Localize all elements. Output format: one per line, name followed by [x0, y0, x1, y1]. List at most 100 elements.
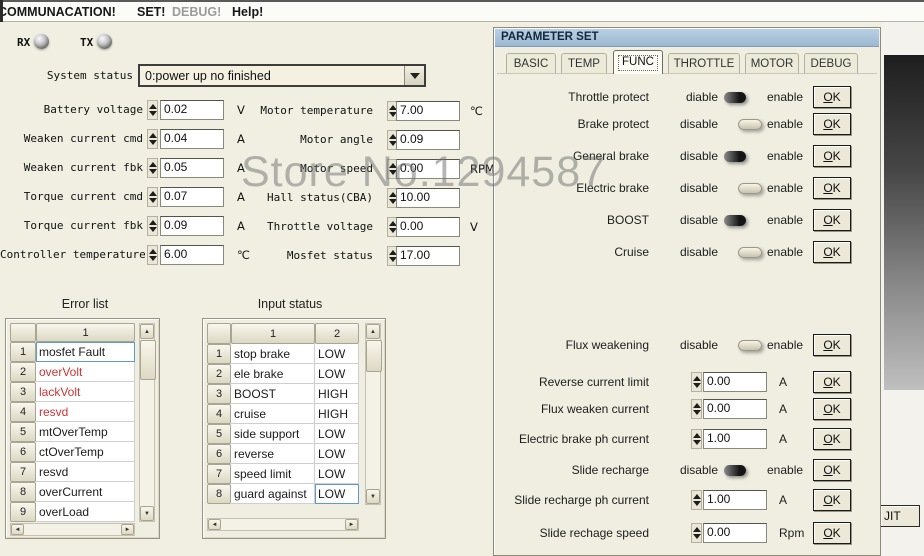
scroll-left-icon[interactable]: ◄ [11, 524, 24, 535]
toggle-switch[interactable] [722, 339, 762, 352]
input-state-cell[interactable]: LOW [315, 344, 359, 364]
error-cell[interactable]: resvd [36, 402, 135, 422]
spinner-control[interactable] [147, 129, 158, 149]
menu-communication[interactable]: COMMUNACATION! [0, 5, 116, 19]
value-field[interactable]: 0.09 [160, 216, 224, 236]
scroll-down-icon[interactable]: ▼ [366, 489, 380, 504]
input-state-cell[interactable]: LOW [315, 364, 359, 384]
spinner-control[interactable] [691, 429, 702, 449]
error-cell[interactable]: overCurrent [36, 482, 135, 502]
input-state-cell[interactable]: LOW [315, 424, 359, 444]
chevron-down-icon[interactable] [404, 66, 424, 85]
error-cell[interactable]: ctOverTemp [36, 442, 135, 462]
scrollbar-thumb[interactable] [140, 340, 156, 380]
value-field[interactable]: 0.00 [703, 399, 767, 419]
error-cell[interactable]: mosfet Fault [36, 342, 135, 362]
ok-button[interactable]: OK [813, 522, 851, 544]
toggle-switch[interactable] [722, 246, 762, 259]
spinner-control[interactable] [691, 372, 702, 392]
input-name-cell[interactable]: cruise [231, 404, 315, 424]
toggle-knob[interactable] [738, 119, 762, 130]
toggle-switch[interactable] [722, 91, 762, 104]
error-cell[interactable]: overLoad [36, 502, 135, 522]
toggle-switch[interactable] [722, 150, 762, 163]
value-field[interactable]: 0.04 [160, 129, 224, 149]
menu-set[interactable]: SET! [137, 5, 165, 19]
value-field[interactable]: 6.00 [160, 245, 224, 265]
ok-button[interactable]: OK [813, 145, 851, 167]
error-cell[interactable]: overVolt [36, 362, 135, 382]
vertical-scrollbar[interactable]: ▲ ▼ [139, 323, 156, 522]
value-field[interactable]: 1.00 [703, 429, 767, 449]
toggle-knob[interactable] [724, 151, 746, 162]
spinner-control[interactable] [691, 523, 702, 543]
toggle-knob[interactable] [738, 340, 762, 351]
ok-button[interactable]: OK [813, 86, 851, 108]
spinner-control[interactable] [147, 245, 158, 265]
spinner-control[interactable] [147, 158, 158, 178]
spinner-control[interactable] [147, 100, 158, 120]
scroll-right-icon[interactable]: ► [121, 524, 134, 535]
scroll-right-icon[interactable]: ► [345, 519, 358, 530]
tab-basic[interactable]: BASIC [506, 53, 556, 73]
horizontal-scrollbar[interactable]: ◄ ► [10, 523, 135, 536]
ok-button[interactable]: OK [813, 459, 851, 481]
value-field[interactable]: 0.07 [160, 187, 224, 207]
value-field[interactable]: 0.09 [396, 130, 460, 150]
spinner-control[interactable] [691, 399, 702, 419]
tab-debug[interactable]: DEBUG [804, 53, 858, 73]
value-field[interactable]: 0.05 [160, 158, 224, 178]
ok-button[interactable]: OK [813, 334, 851, 356]
ok-button[interactable]: OK [813, 177, 851, 199]
ok-button[interactable]: OK [813, 113, 851, 135]
input-state-cell[interactable]: LOW [315, 464, 359, 484]
input-state-cell[interactable]: LOW [315, 444, 359, 464]
ok-button[interactable]: OK [813, 209, 851, 231]
spinner-control[interactable] [147, 187, 158, 207]
toggle-switch[interactable] [722, 182, 762, 195]
value-field[interactable]: 17.00 [396, 246, 460, 266]
menu-debug[interactable]: DEBUG! [172, 5, 221, 19]
value-field[interactable]: 0.00 [396, 159, 460, 179]
input-name-cell[interactable]: guard against [231, 484, 315, 504]
spinner-control[interactable] [691, 490, 702, 510]
spinner-control[interactable] [147, 216, 158, 236]
tab-motor[interactable]: MOTOR [745, 53, 799, 73]
toggle-switch[interactable] [722, 118, 762, 131]
scroll-up-icon[interactable]: ▲ [366, 324, 380, 339]
quit-button[interactable]: JIT [880, 505, 920, 527]
input-state-cell[interactable]: HIGH [315, 384, 359, 404]
scroll-up-icon[interactable]: ▲ [140, 324, 154, 339]
scrollbar-thumb[interactable] [366, 340, 382, 372]
toggle-knob[interactable] [738, 247, 762, 258]
toggle-knob[interactable] [724, 465, 746, 476]
value-field[interactable]: 7.00 [396, 101, 460, 121]
input-state-cell[interactable]: HIGH [315, 404, 359, 424]
value-field[interactable]: 0.00 [703, 523, 767, 543]
input-state-cell[interactable]: LOW [315, 484, 359, 504]
toggle-switch[interactable] [722, 214, 762, 227]
ok-button[interactable]: OK [813, 428, 851, 450]
system-status-dropdown[interactable]: 0:power up no finished [138, 64, 426, 87]
ok-button[interactable]: OK [813, 398, 851, 420]
ok-button[interactable]: OK [813, 371, 851, 393]
toggle-knob[interactable] [738, 183, 762, 194]
input-name-cell[interactable]: ele brake [231, 364, 315, 384]
tab-temp[interactable]: TEMP [561, 53, 607, 73]
tab-throttle[interactable]: THROTTLE [668, 53, 740, 73]
input-name-cell[interactable]: speed limit [231, 464, 315, 484]
value-field[interactable]: 0.00 [396, 217, 460, 237]
error-cell[interactable]: lackVolt [36, 382, 135, 402]
scroll-down-icon[interactable]: ▼ [140, 506, 154, 521]
tab-func[interactable]: FUNC [613, 50, 663, 74]
scroll-left-icon[interactable]: ◄ [208, 519, 221, 530]
toggle-knob[interactable] [724, 215, 746, 226]
input-name-cell[interactable]: stop brake [231, 344, 315, 364]
ok-button[interactable]: OK [813, 241, 851, 263]
vertical-scrollbar[interactable]: ▲ ▼ [365, 323, 382, 505]
input-name-cell[interactable]: reverse [231, 444, 315, 464]
horizontal-scrollbar[interactable]: ◄ ► [207, 518, 359, 531]
error-cell[interactable]: mtOverTemp [36, 422, 135, 442]
value-field[interactable]: 10.00 [396, 188, 460, 208]
menu-help[interactable]: Help! [232, 5, 263, 19]
